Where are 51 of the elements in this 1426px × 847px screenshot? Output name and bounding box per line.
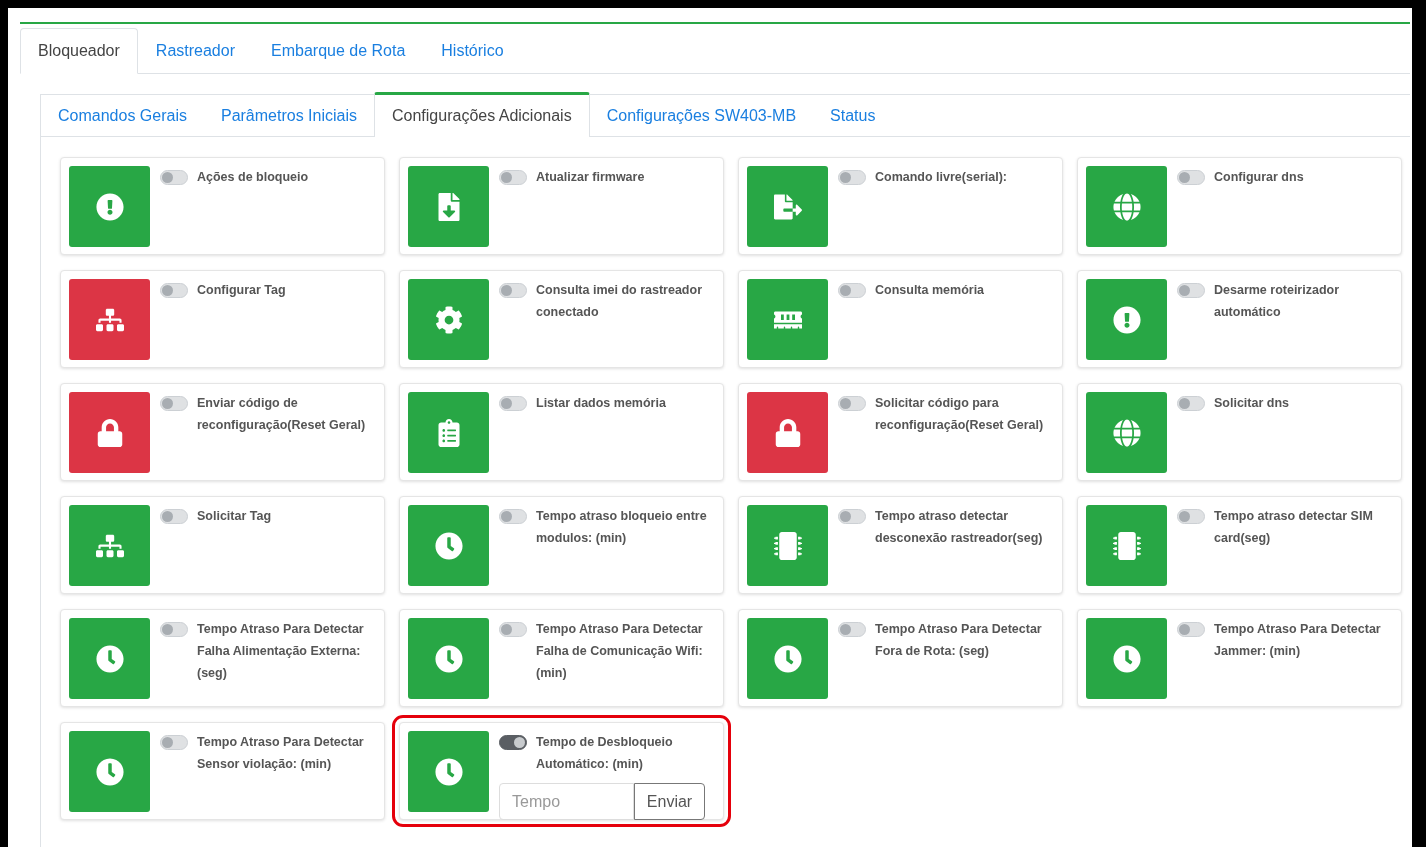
sub-tab[interactable]: Comandos Gerais <box>41 92 204 137</box>
command-label: Tempo de Desbloqueio Automático: (min) <box>536 734 674 773</box>
command-label: Tempo Atraso Para Detectar Falha Alimentação Externa: (seg) <box>197 621 365 682</box>
send-button[interactable]: Enviar <box>634 783 705 820</box>
command-label: Solicitar Tag <box>197 508 272 525</box>
command-label: Tempo Atraso Para Detectar Sensor violação: (min) <box>197 734 365 773</box>
time-input[interactable]: Tempo <box>499 783 634 820</box>
main-tab[interactable]: Rastreador <box>137 28 253 74</box>
command-label: Tempo Atraso Para Detectar Fora de Rota: (seg) <box>875 621 1043 660</box>
file-export-icon <box>773 192 802 221</box>
command-label: Solicitar código para reconfiguração(Reset Geral) <box>875 395 1045 434</box>
command-label: Listar dados memória <box>536 395 666 412</box>
sub-tab[interactable]: Configurações SW403-MB <box>589 92 814 137</box>
clock-icon <box>95 757 124 786</box>
lock-icon <box>773 418 802 447</box>
command-label: Consulta memória <box>875 282 985 299</box>
globe-icon <box>1112 418 1141 447</box>
sub-tab[interactable]: Status <box>813 92 893 137</box>
command-label: Desarme roteirizador automático <box>1214 282 1341 321</box>
clock-icon <box>773 644 802 673</box>
clock-icon <box>1112 644 1141 673</box>
command-label: Consulta imei do rastreador conectado <box>536 282 703 321</box>
clock-icon <box>95 644 124 673</box>
sub-tab[interactable]: Parâmetros Iniciais <box>203 92 374 137</box>
command-label: Tempo Atraso Para Detectar Falha de Comunicação Wifi: (min) <box>536 621 704 682</box>
command-label: Tempo atraso detectar desconexão rastreador(seg) <box>875 508 1044 547</box>
clock-icon <box>434 531 463 560</box>
clock-icon <box>434 757 463 786</box>
command-label: Configurar dns <box>1214 169 1304 186</box>
chip-icon <box>1112 531 1141 560</box>
lock-icon <box>95 418 124 447</box>
chip-icon <box>773 531 802 560</box>
command-label: Enviar código de reconfiguração(Reset Geral) <box>197 395 367 434</box>
command-label: Configurar Tag <box>197 282 286 299</box>
main-tab[interactable]: Embarque de Rota <box>253 28 424 74</box>
settings-icon <box>434 305 463 334</box>
command-label: Tempo atraso bloqueio entre modulos: (min) <box>536 508 708 547</box>
toggle-switch[interactable] <box>499 735 527 750</box>
command-label: Ações de bloqueio <box>197 169 309 186</box>
alert-icon <box>95 192 124 221</box>
command-label: Tempo Atraso Para Detectar Jammer: (min) <box>1214 621 1382 660</box>
sub-tab[interactable]: Configurações Adicionais <box>374 92 590 137</box>
command-label: Comando livre(serial): <box>875 169 1007 186</box>
clock-icon <box>434 644 463 673</box>
main-tab[interactable]: Bloqueador <box>20 28 138 74</box>
command-label: Solicitar dns <box>1214 395 1290 412</box>
command-label: Atualizar firmware <box>536 169 645 186</box>
globe-icon <box>1112 192 1141 221</box>
alert-icon <box>1112 305 1141 334</box>
main-tab[interactable]: Histórico <box>423 28 522 74</box>
command-label: Tempo atraso detectar SIM card(seg) <box>1214 508 1374 547</box>
